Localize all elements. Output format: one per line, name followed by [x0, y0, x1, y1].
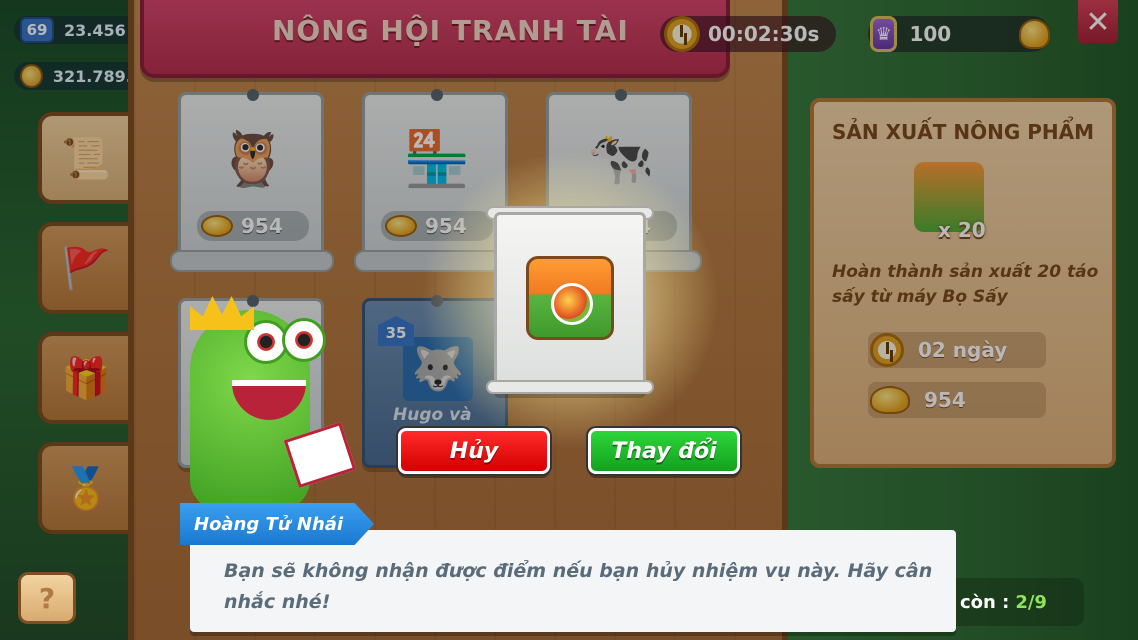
- cancel-button[interactable]: Hủy: [398, 428, 550, 474]
- frog-eye: [282, 318, 326, 362]
- remaining-counter: còn : 2/9: [940, 578, 1084, 626]
- dialog-message: Bạn sẽ không nhận được điểm nếu bạn hủy …: [224, 560, 933, 613]
- scroll-roll-bottom: [486, 380, 654, 394]
- change-button[interactable]: Thay đổi: [588, 428, 740, 474]
- dried-apple-bag-icon: [526, 256, 614, 340]
- speaker-name: Hoàng Tử Nhái: [180, 503, 374, 545]
- help-button[interactable]: ?: [18, 572, 76, 624]
